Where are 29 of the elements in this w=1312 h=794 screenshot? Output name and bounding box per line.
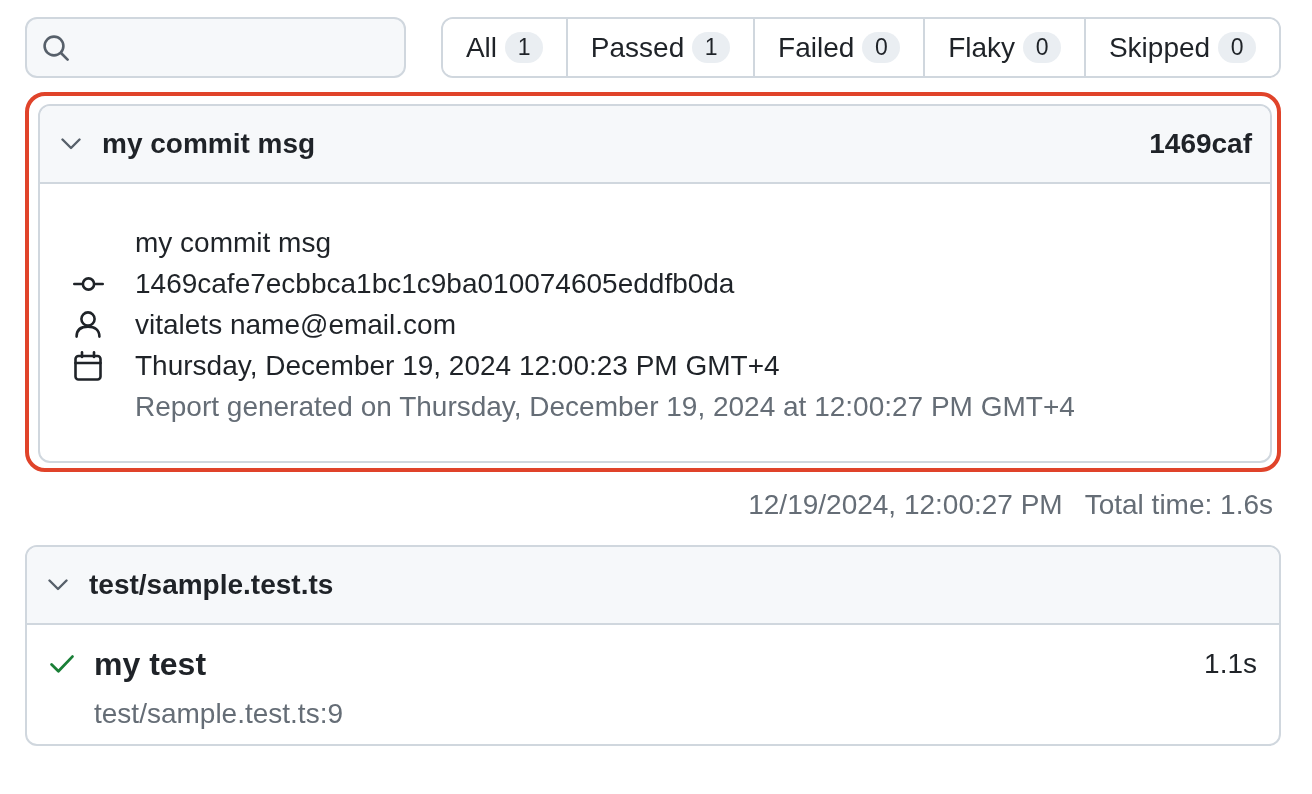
commit-hash: 1469cafe7ecbbca1bc1c9ba010074605eddfb0da	[135, 267, 735, 301]
commit-title: my commit msg	[102, 128, 317, 160]
report-note: Report generated on Thursday, December 19, 2024 at 12:00:27 PM GMT+4	[135, 390, 1075, 424]
test-duration: 1.1s	[1204, 646, 1257, 681]
commit-date: Thursday, December 19, 2024 12:00:23 PM GMT+4	[135, 349, 780, 383]
commit-short-hash: 1469caf	[1149, 128, 1252, 160]
calendar-icon	[74, 350, 102, 381]
count-badge: 0	[1218, 32, 1257, 63]
author-text: vitalets name@email.com	[135, 308, 456, 342]
commit-message: my commit msg	[135, 226, 331, 260]
count-badge: 1	[692, 32, 731, 63]
person-icon	[75, 311, 101, 338]
total-time: Total time: 1.6s	[1084, 488, 1273, 522]
report-date: 12/19/2024, 12:00:27 PM	[748, 488, 1063, 522]
count-badge: 0	[862, 32, 901, 63]
search-field[interactable]	[25, 17, 406, 78]
card-header[interactable]: test/sample.test.ts	[27, 547, 1279, 625]
count-badge: 0	[1023, 32, 1062, 63]
check-icon	[50, 654, 74, 673]
chevron-down-icon[interactable]	[48, 579, 68, 591]
search-icon	[43, 34, 69, 61]
file-name: test/sample.test.ts	[89, 569, 335, 601]
card-header[interactable]: my commit msg 1469caf	[40, 106, 1270, 184]
filter-tab[interactable]: Skipped 0	[1084, 19, 1279, 76]
test-title[interactable]: my test	[94, 643, 207, 684]
chevron-down-icon[interactable]	[61, 138, 81, 150]
count-badge: 1	[505, 32, 544, 63]
test-location: test/sample.test.ts:9	[94, 697, 343, 731]
commit-icon	[72, 276, 104, 291]
